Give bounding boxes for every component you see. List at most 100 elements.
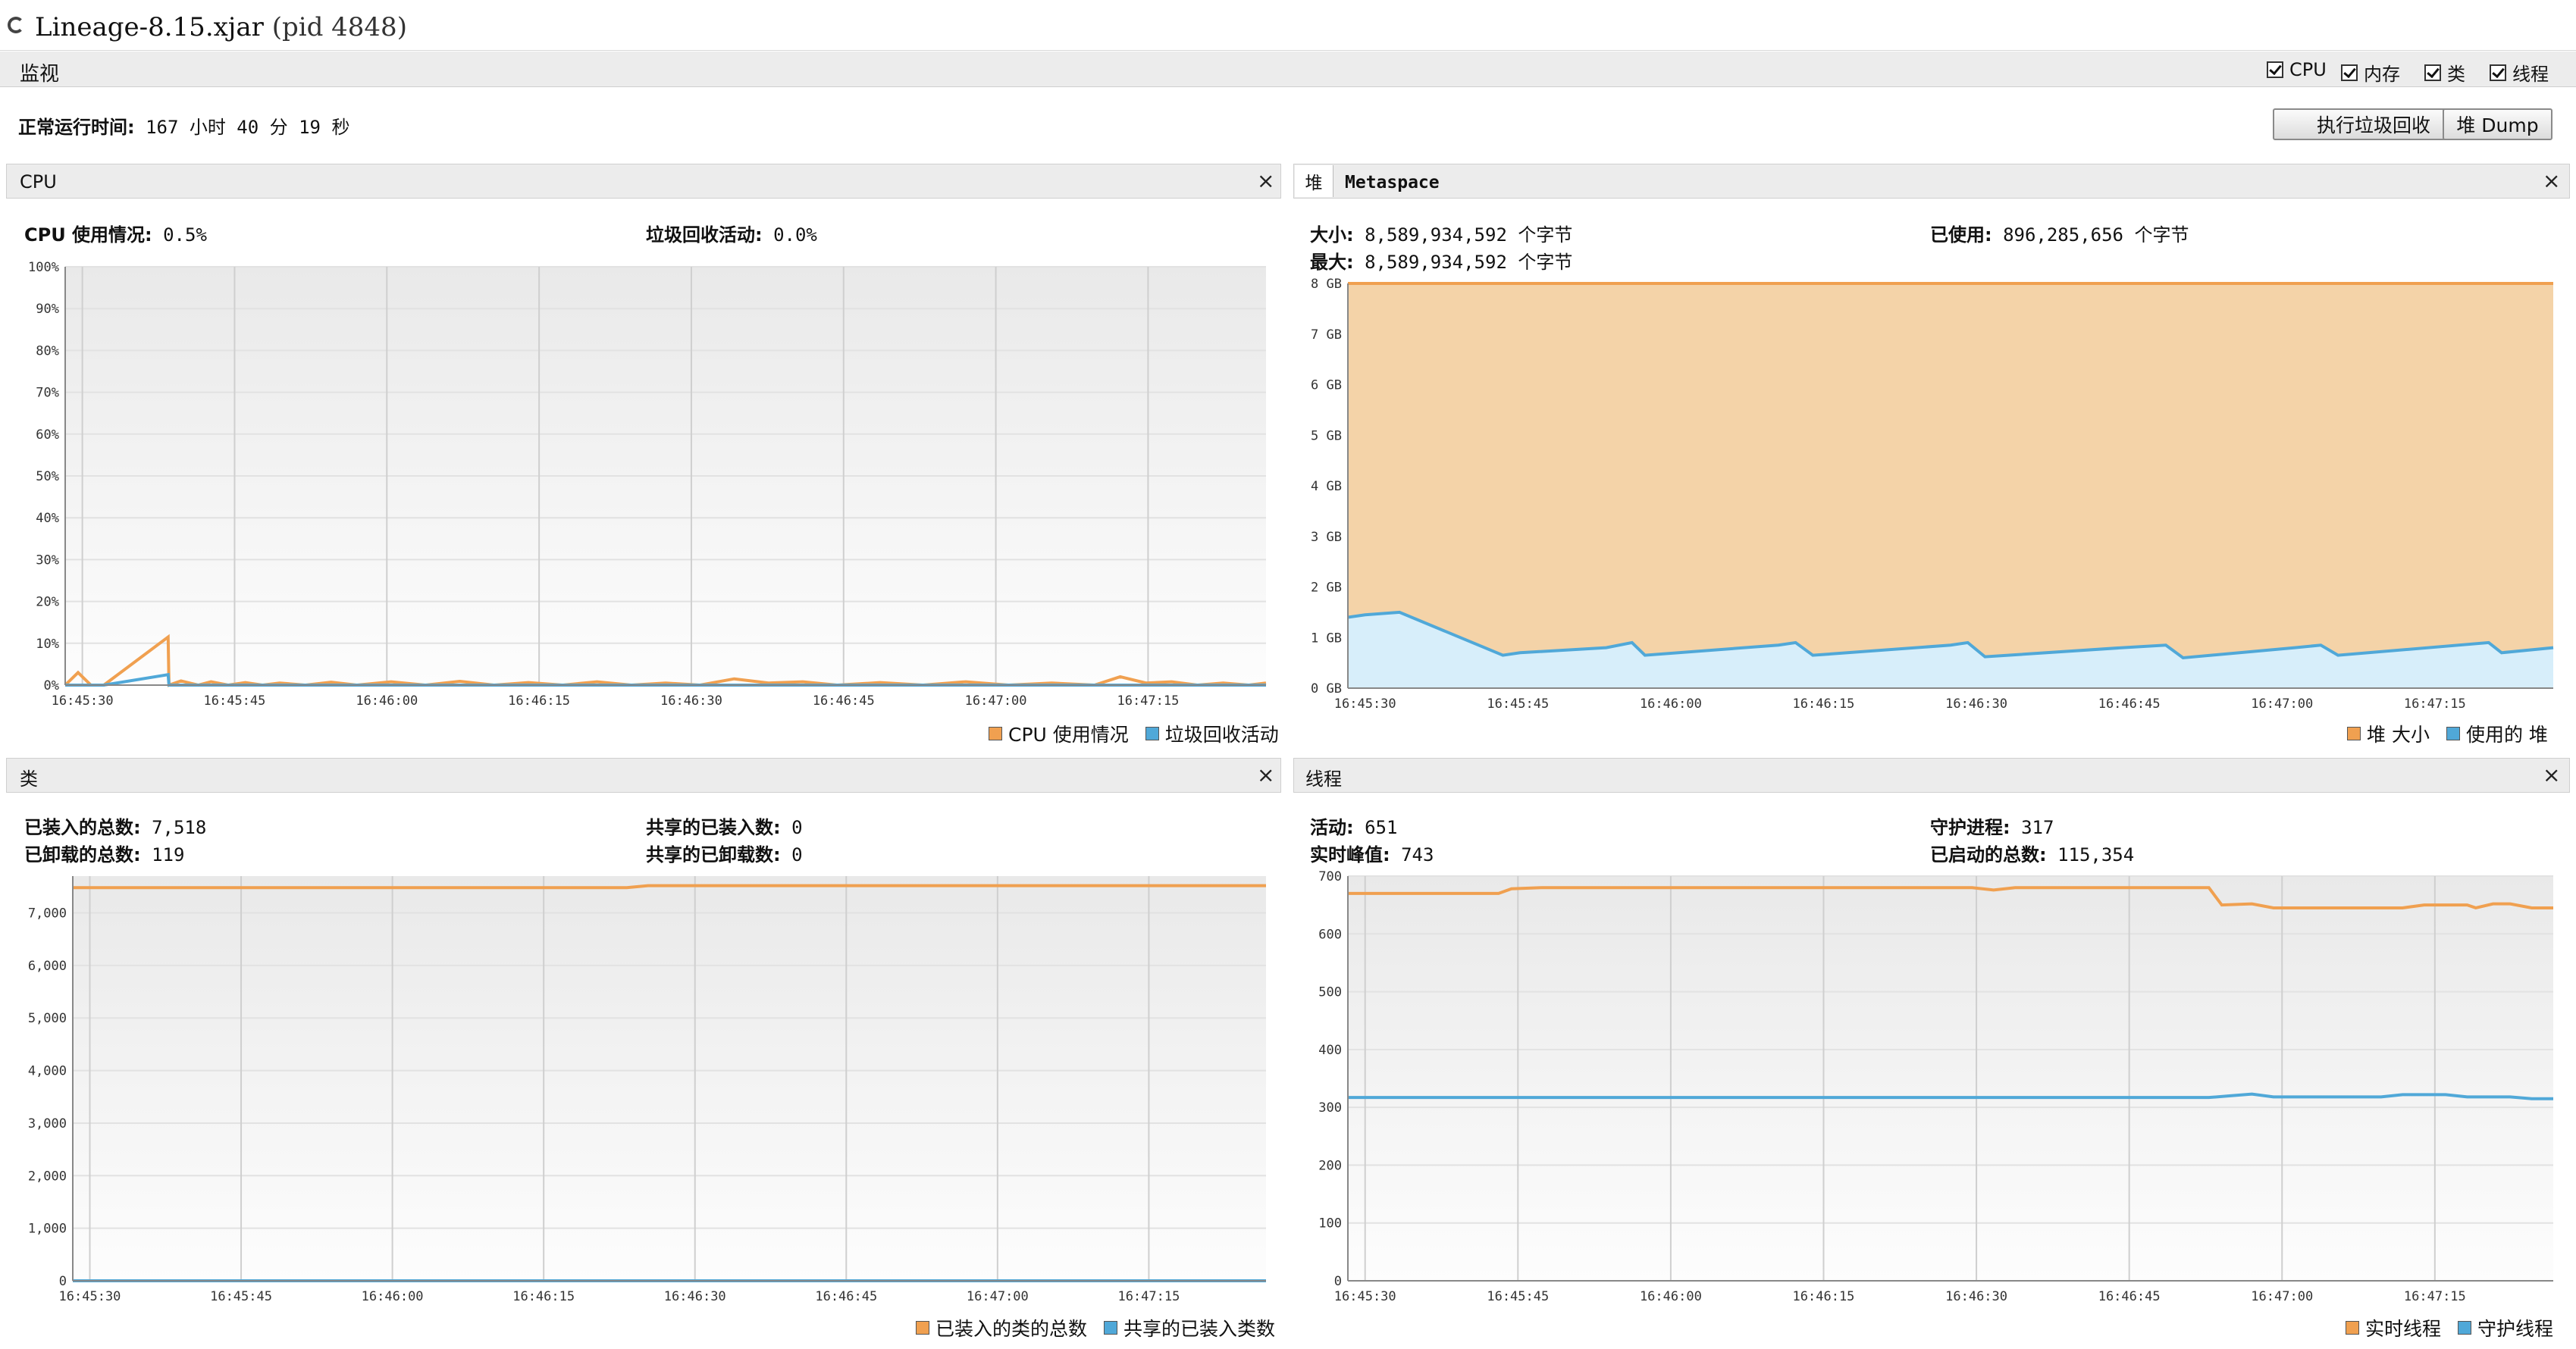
heap-used-value: 896,285,656 个字节 [2003,224,2189,246]
plot-area [73,876,1266,1281]
x-tick-label: 16:46:45 [2098,1289,2161,1304]
y-tick-label: 0 [1334,1274,1342,1289]
x-tick-label: 16:45:30 [52,693,114,709]
tab-heap[interactable]: 堆 [1295,165,1333,197]
legend-label-daemon-threads: 守护线程 [2477,1318,2554,1340]
x-tick-label: 16:46:00 [362,1289,424,1304]
y-tick-label: 60% [36,427,59,443]
y-tick-label: 2 GB [1311,581,1342,596]
checkbox-checked-icon[interactable] [2341,64,2358,81]
checkbox-checked-icon[interactable] [2267,61,2283,78]
legend-label-classes-loaded: 已装入的类的总数 [935,1318,1088,1340]
classes-loaded-value: 7,518 [152,817,207,838]
x-tick-label: 16:46:45 [813,693,875,709]
legend-swatch-heap-size [2347,727,2361,740]
cpu-panel-title: CPU [20,171,57,192]
x-tick-label: 16:46:30 [1945,696,2007,712]
threads-daemon-label: 守护进程: [1930,817,2010,838]
shared-unloaded-stat: 共享的已卸载数: 0 [646,840,803,866]
threads-legend: 实时线程 守护线程 [2346,1314,2553,1341]
x-tick-label: 16:45:30 [1334,1289,1396,1304]
y-tick-label: 70% [36,386,59,401]
heap-panel-close-icon[interactable]: × [2543,168,2560,193]
checkbox-threads[interactable]: 线程 [2490,59,2549,86]
threads-chart: 700 600 500 400 300 200 100 016:45:30 16:45:45 16… [1318,870,2553,1304]
heap-size-stat: 大小: 8,589,934,592 个字节 [1310,220,1572,246]
x-tick-label: 16:47:00 [2251,696,2313,712]
y-tick-label: 5 GB [1311,428,1342,443]
cpu-panel-close-icon[interactable]: × [1257,168,1274,193]
y-tick-label: 500 [1318,985,1342,1000]
threads-peak-value: 743 [1401,844,1434,865]
threads-daemon-stat: 守护进程: 317 [1930,812,2054,839]
x-tick-label: 16:46:45 [815,1289,877,1304]
y-tick-label: 100% [28,260,59,275]
cpu-usage-stat: CPU 使用情况: 0.5% [24,220,207,246]
y-tick-label: 1,000 [28,1222,67,1237]
x-tick-label: 16:45:30 [1334,696,1396,712]
x-tick-label: 16:46:30 [1945,1289,2007,1304]
x-tick-label: 16:47:15 [2404,1289,2466,1304]
y-tick-label: 80% [36,343,59,358]
y-tick-label: 3,000 [28,1116,67,1131]
heap-used-stat: 已使用: 896,285,656 个字节 [1930,220,2189,246]
threads-panel-header [1293,758,2570,793]
threads-live-value: 651 [1365,817,1398,838]
x-tick-label: 16:46:00 [1640,696,1702,712]
classes-legend: 已装入的类的总数 共享的已装入类数 [916,1314,1275,1341]
cpu-legend: CPU 使用情况 垃圾回收活动 [989,720,1279,747]
shared-unloaded-label: 共享的已卸载数: [646,844,781,865]
threads-started-value: 115,354 [2057,844,2135,865]
classes-panel-close-icon[interactable]: × [1257,762,1274,787]
y-tick-label: 0 [59,1274,67,1289]
checkbox-memory[interactable]: 内存 [2341,59,2400,86]
tab-metaspace[interactable]: Metaspace [1345,173,1440,192]
y-tick-label: 20% [36,595,59,610]
x-tick-label: 16:46:15 [508,693,570,709]
cpu-panel-header [6,164,1281,199]
x-tick-label: 16:46:45 [2098,696,2161,712]
legend-label-cpu: CPU 使用情况 [1008,724,1129,746]
checkbox-threads-label: 线程 [2512,64,2549,85]
threads-started-stat: 已启动的总数: 115,354 [1930,840,2134,866]
y-tick-label: 6 GB [1311,378,1342,393]
x-tick-label: 16:46:15 [512,1289,575,1304]
y-tick-label: 300 [1318,1100,1342,1116]
shared-unloaded-value: 0 [791,844,803,865]
checkbox-cpu[interactable]: CPU [2267,59,2327,80]
series-area [1348,283,2553,688]
checkbox-classes[interactable]: 类 [2424,59,2465,86]
x-tick-label: 16:45:45 [210,1289,272,1304]
cpu-usage-value: 0.5% [163,224,207,246]
y-tick-label: 4,000 [28,1064,67,1079]
checkbox-checked-icon[interactable] [2490,64,2506,81]
x-tick-label: 16:46:15 [1793,696,1855,712]
classes-panel-header [6,758,1281,793]
y-tick-label: 30% [36,552,59,568]
y-tick-label: 40% [36,511,59,526]
x-tick-label: 16:45:30 [59,1289,121,1304]
classes-loaded-label: 已装入的总数: [24,817,141,838]
uptime-value: 167 小时 40 分 19 秒 [146,117,350,138]
threads-panel-close-icon[interactable]: × [2543,762,2560,787]
checkbox-checked-icon[interactable] [2424,64,2441,81]
x-tick-label: 16:45:45 [1487,1289,1549,1304]
y-tick-label: 0 GB [1311,681,1342,696]
legend-label-heap-used: 使用的 堆 [2465,724,2548,746]
heap-max-label: 最大: [1310,252,1354,273]
heap-size-value: 8,589,934,592 个字节 [1365,224,1573,246]
y-tick-label: 5,000 [28,1011,67,1026]
legend-label-live-threads: 实时线程 [2365,1318,2442,1340]
heap-dump-button[interactable]: 堆 Dump [2443,108,2552,140]
uptime: 正常运行时间: 167 小时 40 分 19 秒 [18,112,349,139]
x-tick-label: 16:46:30 [660,693,722,709]
y-tick-label: 4 GB [1311,479,1342,494]
heap-used-label: 已使用: [1930,224,1992,246]
x-tick-label: 16:46:00 [356,693,418,709]
heap-panel-header [1293,164,2570,199]
legend-swatch-daemon-threads [2458,1321,2472,1335]
plot-area [1348,876,2553,1281]
y-tick-label: 7,000 [28,906,67,922]
y-tick-label: 2,000 [28,1169,67,1184]
y-tick-label: 50% [36,469,59,484]
